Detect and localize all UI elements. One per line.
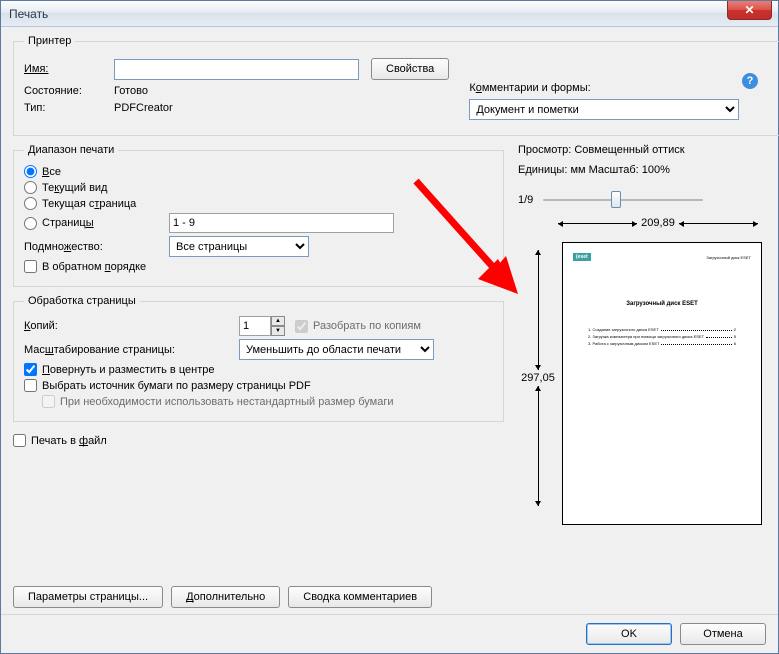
properties-button[interactable]: Свойства	[371, 58, 449, 80]
name-label: Имя:	[24, 63, 114, 75]
status-label: Состояние:	[24, 85, 114, 97]
copies-spinner[interactable]: ▲▼	[239, 316, 285, 336]
print-range-group: Диапазон печати Все Текущий вид Текущая …	[13, 144, 504, 287]
type-value: PDFCreator	[114, 102, 173, 114]
handling-legend: Обработка страницы	[24, 295, 140, 307]
printer-group: Принтер Имя: PDFCreator Свойства Состоян…	[13, 35, 779, 136]
slider-thumb-icon[interactable]	[611, 191, 621, 208]
page-setup-button[interactable]: Параметры страницы...	[13, 586, 163, 608]
preview-page-slider[interactable]	[543, 190, 703, 210]
preview-units: Единицы: мм Масштаб: 100%	[518, 164, 762, 176]
spin-down-icon[interactable]: ▼	[271, 326, 285, 336]
status-value: Готово	[114, 85, 148, 97]
preview-page-index: 1/9	[518, 194, 533, 206]
preview-width-mm: 209,89	[641, 217, 675, 229]
range-current-page-radio[interactable]: Текущая страница	[24, 197, 136, 210]
preview-doc-header: Загрузочный диск ESET	[706, 255, 751, 260]
preview-toc-row: 3. Работа с загрузочным диском ESET6	[588, 341, 736, 346]
preview-height-mm: 297,05	[521, 372, 555, 384]
printer-legend: Принтер	[24, 35, 75, 47]
reverse-order-checkbox[interactable]: В обратном порядке	[24, 260, 146, 273]
copies-label: Копий:	[24, 320, 239, 332]
rotate-center-checkbox[interactable]: Повернуть и разместить в центре	[24, 363, 214, 376]
advanced-button[interactable]: Дополнительно	[171, 586, 280, 608]
collate-checkbox: Разобрать по копиям	[295, 320, 421, 333]
preview-toc-row: 2. Загрузка компьютера при помощи загруз…	[588, 334, 736, 339]
type-label: Тип:	[24, 102, 114, 114]
preview-title: Просмотр: Совмещенный оттиск	[518, 144, 762, 156]
preview-toc-row: 1. Создание загрузочного диска ESET2	[588, 327, 736, 332]
range-pages-radio[interactable]: Страницы	[24, 217, 169, 230]
close-icon: ✕	[744, 3, 754, 17]
print-to-file-checkbox[interactable]: Печать в файл	[13, 434, 107, 447]
scaling-select[interactable]: Уменьшить до области печати	[239, 339, 434, 360]
preview-doc-title: Загрузочный диск ESET	[573, 301, 751, 307]
range-legend: Диапазон печати	[24, 144, 118, 156]
ok-button[interactable]: OK	[586, 623, 672, 645]
comments-label: Комментарии и формы:	[469, 82, 590, 94]
eset-logo-icon: (eset	[573, 253, 591, 261]
printer-name-select[interactable]: PDFCreator	[114, 59, 359, 80]
range-current-view-radio[interactable]: Текущий вид	[24, 181, 107, 194]
window-close-button[interactable]: ✕	[727, 1, 772, 20]
range-all-radio[interactable]: Все	[24, 165, 61, 178]
window-title: Печать	[9, 7, 48, 21]
print-dialog-window: Печать ✕ ? Принтер Имя: PDFCreator	[0, 0, 779, 654]
paper-source-checkbox[interactable]: Выбрать источник бумаги по размеру стран…	[24, 379, 311, 392]
comments-summary-button[interactable]: Сводка комментариев	[288, 586, 432, 608]
dialog-footer: OK Отмена	[1, 614, 778, 653]
spin-up-icon[interactable]: ▲	[271, 316, 285, 326]
dialog-body: ? Принтер Имя: PDFCreator Свойства Состо	[1, 27, 778, 614]
scaling-label: Масштабирование страницы:	[24, 344, 239, 356]
page-handling-group: Обработка страницы Копий: ▲▼ Разобрать п…	[13, 295, 504, 422]
preview-page-thumbnail: (eset Загрузочный диск ESET Загрузочный …	[562, 242, 762, 525]
titlebar: Печать ✕	[1, 1, 778, 27]
custom-size-checkbox: При необходимости использовать нестандар…	[42, 395, 394, 408]
help-icon[interactable]: ?	[742, 73, 758, 89]
subset-select[interactable]: Все страницы	[169, 236, 309, 257]
copies-input[interactable]	[239, 316, 271, 336]
subset-label: Подмножество:	[24, 241, 169, 253]
comments-select[interactable]: Документ и пометки	[469, 99, 739, 120]
preview-panel: Просмотр: Совмещенный оттиск Единицы: мм…	[514, 144, 766, 608]
pages-input[interactable]	[169, 213, 394, 233]
cancel-button[interactable]: Отмена	[680, 623, 766, 645]
